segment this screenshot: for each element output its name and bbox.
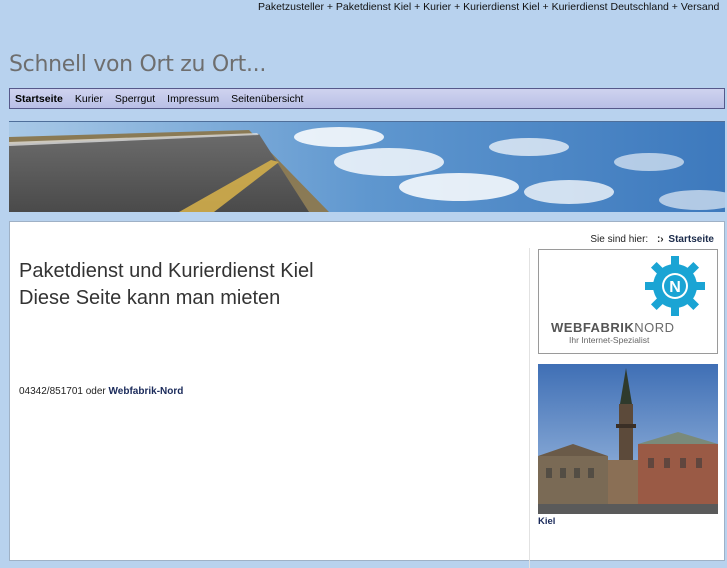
content-panel: Sie sind hier: :› Startseite Paketdienst… [9,221,725,568]
nav-startseite[interactable]: Startseite [15,93,63,105]
breadcrumb-current-link[interactable]: Startseite [668,234,714,245]
header-banner [9,121,725,212]
ad-brand-bold: WEBFABRIK [551,320,635,335]
road-sky-banner [9,122,725,212]
ad-brand: WEBFABRIKNORD [551,320,675,335]
nav-impressum[interactable]: Impressum [167,93,219,105]
contact-line: 04342/851701 oder Webfabrik-Nord [19,386,183,397]
site-title: Schnell von Ort zu Ort... [9,52,267,77]
top-keywords: Paketzusteller + Paketdienst Kiel + Kuri… [258,1,720,13]
page-headline: Paketdienst und Kurierdienst Kiel Diese … [19,258,314,312]
nav-kurier[interactable]: Kurier [75,93,103,105]
breadcrumb: Sie sind hier: :› Startseite [590,234,714,245]
ad-tagline: Ihr Internet-Spezialist [569,335,650,345]
column-divider [529,248,530,568]
gear-logo-letter: N [669,279,681,296]
webfabrik-link[interactable]: Webfabrik-Nord [109,386,184,397]
town-hall-image [538,364,718,514]
photo-caption: Kiel [538,516,556,527]
headline-line-2: Diese Seite kann man mieten [19,287,281,309]
ad-brand-light: NORD [634,320,675,335]
main-nav: Startseite Kurier Sperrgut Impressum Sei… [9,88,725,109]
nav-sperrgut[interactable]: Sperrgut [115,93,155,105]
breadcrumb-arrow-icon: :› [656,234,664,245]
headline-line-1: Paketdienst und Kurierdienst Kiel [19,260,314,282]
contact-phone: 04342/851701 oder [19,386,106,397]
nav-seitenuebersicht[interactable]: Seitenübersicht [231,93,303,105]
breadcrumb-prefix: Sie sind hier: [590,234,649,245]
webfabrik-ad[interactable]: N WEBFABRIKNORD Ihr Internet-Spezialist [538,249,718,354]
kiel-town-hall-photo[interactable] [538,364,718,514]
